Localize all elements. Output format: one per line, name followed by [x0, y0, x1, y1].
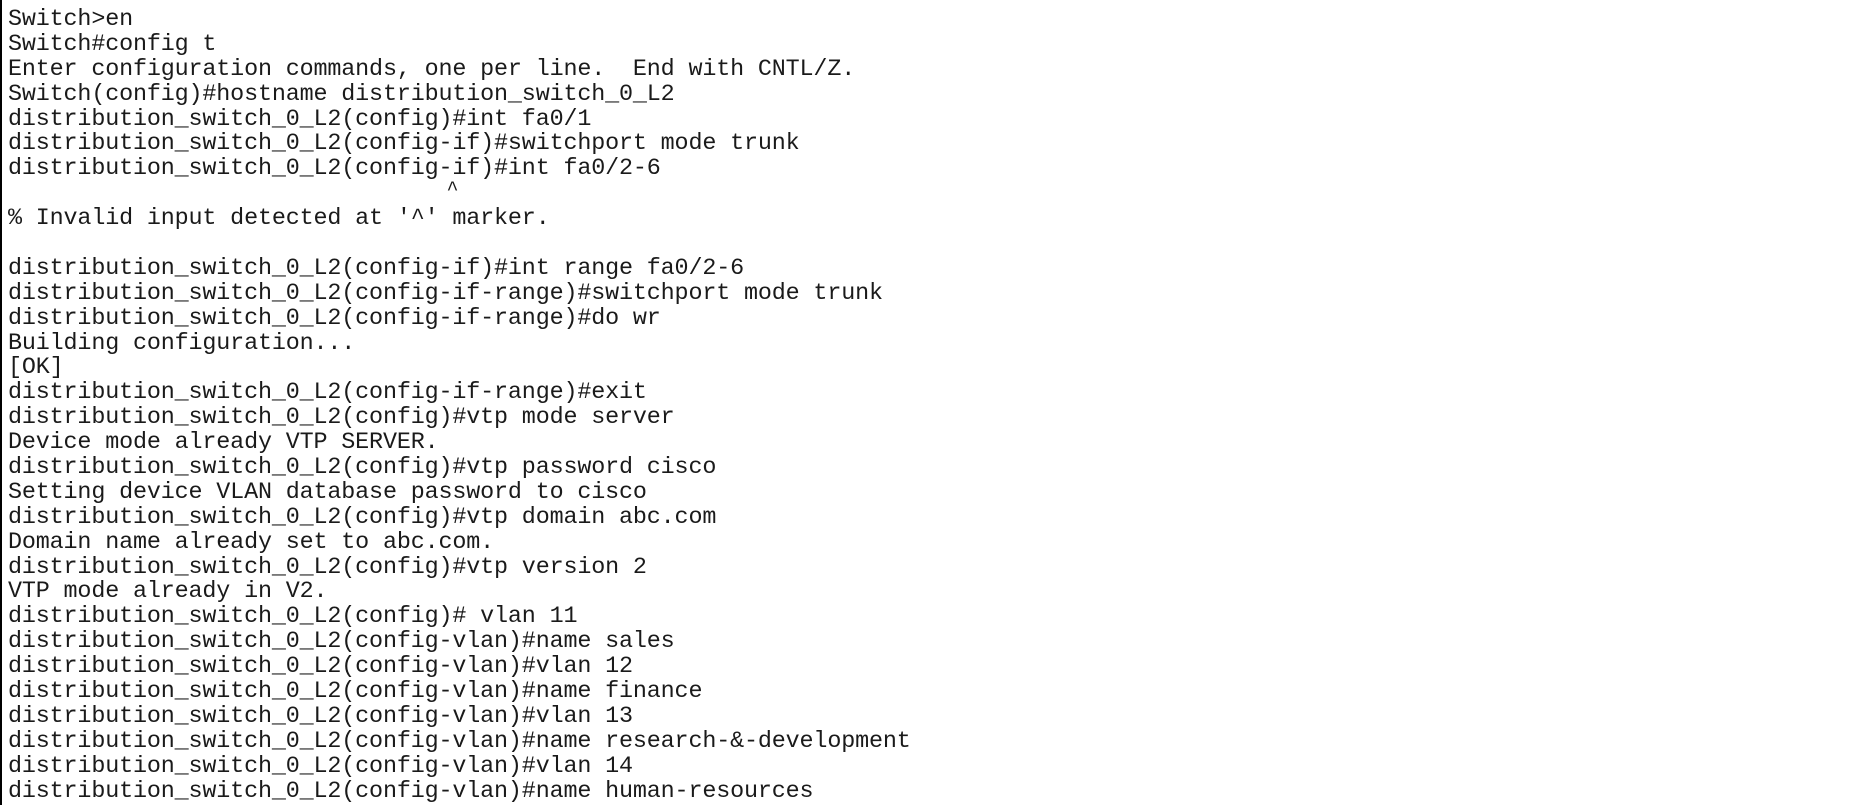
terminal-line: distribution_switch_0_L2(config)#vtp ver…	[8, 554, 647, 581]
terminal-line: distribution_switch_0_L2(config-if-range…	[8, 305, 661, 332]
terminal-line: distribution_switch_0_L2(config-vlan)#vl…	[8, 753, 633, 780]
terminal-line: Enter configuration commands, one per li…	[8, 56, 856, 83]
terminal-line: Switch>en	[8, 7, 133, 33]
terminal-line: [OK]	[8, 355, 64, 382]
terminal-line: distribution_switch_0_L2(config)# vlan 1…	[8, 604, 578, 631]
terminal-line: VTP mode already in V2.	[8, 579, 328, 606]
terminal-line: Switch#config t	[8, 31, 217, 58]
terminal-line: distribution_switch_0_L2(config)#vtp pas…	[8, 455, 717, 482]
terminal-line: Device mode already VTP SERVER.	[8, 430, 439, 457]
terminal-line: distribution_switch_0_L2(config-vlan)#na…	[8, 629, 675, 656]
terminal-line: distribution_switch_0_L2(config-vlan)#vl…	[8, 654, 633, 681]
terminal-window[interactable]: Switch>en Switch#config t Enter configur…	[0, 0, 1855, 805]
terminal-line: distribution_switch_0_L2(config-vlan)#na…	[8, 679, 703, 706]
terminal-line: distribution_switch_0_L2(config-vlan)#na…	[8, 778, 814, 805]
terminal-line: Building configuration...	[8, 330, 356, 357]
terminal-line: Setting device VLAN database password to…	[8, 479, 647, 506]
terminal-line: distribution_switch_0_L2(config-if)#int …	[8, 255, 744, 282]
terminal-line: Switch(config)#hostname distribution_swi…	[8, 81, 675, 108]
terminal-line: distribution_switch_0_L2(config-if)#swit…	[8, 131, 800, 158]
terminal-line: distribution_switch_0_L2(config)#vtp dom…	[8, 504, 717, 531]
terminal-line: Domain name already set to abc.com.	[8, 529, 495, 556]
terminal-output: Switch>en Switch#config t Enter configur…	[8, 8, 911, 805]
terminal-line: distribution_switch_0_L2(config-vlan)#vl…	[8, 703, 633, 730]
error-caret-marker: ^	[8, 179, 459, 203]
terminal-line: distribution_switch_0_L2(config)#vtp mod…	[8, 405, 675, 432]
terminal-line: distribution_switch_0_L2(config)#int fa0…	[8, 106, 592, 133]
error-message: % Invalid input detected at '^' marker.	[8, 206, 550, 233]
terminal-line: distribution_switch_0_L2(config-if-range…	[8, 280, 883, 307]
terminal-line: distribution_switch_0_L2(config-vlan)#na…	[8, 728, 911, 755]
terminal-line: distribution_switch_0_L2(config-if-range…	[8, 380, 647, 407]
